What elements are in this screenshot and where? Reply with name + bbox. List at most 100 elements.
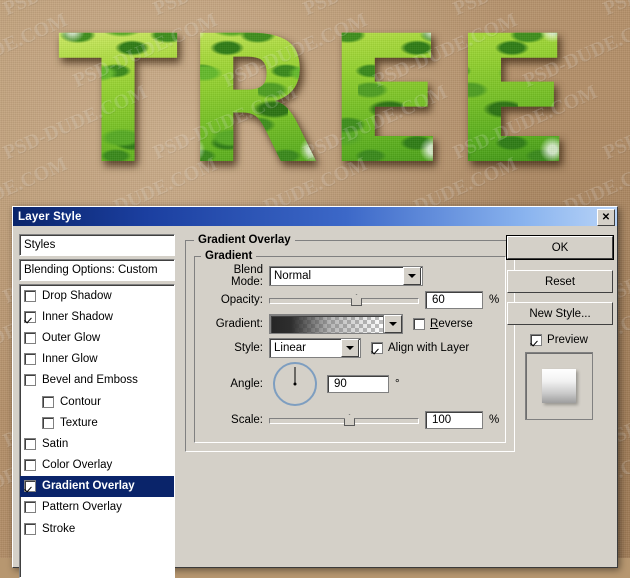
sidebar-item-pattern-overlay[interactable]: Pattern Overlay <box>20 497 174 518</box>
sidebar-item-contour[interactable]: Contour <box>20 391 174 412</box>
sidebar-item-texture[interactable]: Texture <box>20 412 174 433</box>
close-icon[interactable]: ✕ <box>597 209 615 226</box>
opacity-unit: % <box>489 294 500 306</box>
sidebar-item-styles[interactable]: Styles <box>20 235 174 255</box>
tree-word: TREE <box>58 8 588 198</box>
watermark-text: PSD-DUDE.COM <box>0 81 1 165</box>
style-value: Linear <box>274 342 306 354</box>
dialog-body: Styles Blending Options: Custom Drop Sha… <box>13 226 617 578</box>
blend-mode-value: Normal <box>274 270 312 282</box>
sidebar-item-inner-shadow[interactable]: Inner Shadow <box>20 306 174 327</box>
effect-label: Drop Shadow <box>42 289 112 302</box>
scale-slider[interactable] <box>269 412 419 428</box>
opacity-slider-thumb[interactable] <box>351 294 362 306</box>
sidebar-item-outer-glow[interactable]: Outer Glow <box>20 327 174 348</box>
angle-dial-needle <box>294 367 296 384</box>
new-style-button[interactable]: New Style... <box>507 302 613 325</box>
scale-row: Scale: 100 % <box>201 408 499 432</box>
sidebar-item-stroke[interactable]: Stroke <box>20 518 174 539</box>
blend-mode-label: Blend Mode: <box>231 264 263 288</box>
styles-label: Styles <box>24 239 56 251</box>
chevron-down-icon[interactable] <box>341 339 359 357</box>
effect-label: Inner Glow <box>42 353 98 366</box>
effect-checkbox[interactable] <box>24 437 36 450</box>
effect-label: Satin <box>42 437 69 450</box>
opacity-slider-track <box>269 298 419 304</box>
watermark-text: PSD-DUDE.COM <box>600 0 630 21</box>
gradient-group: Gradient Blend Mode: Normal Opacity: 60 … <box>194 250 507 443</box>
gradient-label: Gradient: <box>215 318 263 330</box>
sidebar-item-satin[interactable]: Satin <box>20 433 174 454</box>
styles-header-box: Styles <box>19 234 175 256</box>
chevron-down-icon[interactable] <box>384 315 402 333</box>
watermark-text: PSD-DUDE.COM <box>600 80 630 165</box>
effect-checkbox[interactable] <box>24 480 36 493</box>
angle-input[interactable]: 90 <box>327 375 389 393</box>
sidebar-item-drop-shadow[interactable]: Drop Shadow <box>20 285 174 306</box>
styles-column: Styles Blending Options: Custom Drop Sha… <box>19 234 175 578</box>
align-with-layer-label: Align with Layer <box>388 342 470 354</box>
settings-pane: Gradient Overlay Gradient Blend Mode: No… <box>181 234 516 578</box>
chevron-down-icon[interactable] <box>403 267 421 285</box>
sidebar-item-color-overlay[interactable]: Color Overlay <box>20 455 174 476</box>
effect-checkbox[interactable] <box>24 310 36 323</box>
effects-list[interactable]: Drop Shadow Inner Shadow Outer Glow Inner G… <box>19 284 175 578</box>
effect-checkbox[interactable] <box>24 501 36 514</box>
section-title: Gradient Overlay <box>198 234 291 246</box>
opacity-label: Opacity: <box>220 294 263 306</box>
dialog-title: Layer Style <box>18 210 82 223</box>
ok-button[interactable]: OK <box>507 236 613 259</box>
style-label: Style: <box>234 342 263 354</box>
angle-dial-hub <box>293 382 297 386</box>
effect-label: Outer Glow <box>42 331 101 344</box>
style-select[interactable]: Linear <box>269 338 361 358</box>
effect-checkbox[interactable] <box>24 522 36 535</box>
preview-checkbox[interactable]: Preview <box>507 334 611 346</box>
effect-checkbox[interactable] <box>24 374 36 387</box>
sidebar-item-bevel-and-emboss[interactable]: Bevel and Emboss <box>20 370 174 391</box>
reset-button[interactable]: Reset <box>507 270 613 293</box>
dialog-titlebar[interactable]: Layer Style ✕ <box>13 207 617 226</box>
gradient-swatch[interactable] <box>270 314 384 334</box>
scale-label: Scale: <box>231 414 263 426</box>
opacity-row: Opacity: 60 % <box>201 288 499 312</box>
effect-checkbox[interactable] <box>24 459 36 472</box>
effect-label: Stroke <box>42 522 76 535</box>
preview-thumbnail <box>525 352 593 420</box>
effect-checkbox[interactable] <box>42 416 54 429</box>
scale-input[interactable]: 100 <box>425 411 483 429</box>
preview-thumbnail-shape <box>542 369 576 403</box>
gradient-row: Gradient: Reverse <box>201 312 499 336</box>
opacity-input[interactable]: 60 <box>425 291 483 309</box>
reverse-checkbox-box[interactable] <box>413 318 425 330</box>
scale-slider-thumb[interactable] <box>344 414 355 426</box>
sidebar-item-inner-glow[interactable]: Inner Glow <box>20 349 174 370</box>
reverse-checkbox[interactable]: Reverse <box>413 318 473 330</box>
effect-label: Pattern Overlay <box>42 501 122 514</box>
preview-label: Preview <box>547 334 588 346</box>
sidebar-item-blending-options[interactable]: Blending Options: Custom <box>20 260 174 280</box>
preview-checkbox-box[interactable] <box>530 334 543 346</box>
layer-style-dialog: Layer Style ✕ Styles Blending Options: C… <box>12 206 618 578</box>
gradient-picker[interactable] <box>269 314 403 334</box>
effect-label: Inner Shadow <box>42 310 113 323</box>
align-with-layer-checkbox-box[interactable] <box>371 342 383 354</box>
opacity-slider[interactable] <box>269 292 419 308</box>
effect-checkbox[interactable] <box>42 395 54 408</box>
effect-label: Contour <box>60 395 101 408</box>
angle-dial[interactable] <box>273 362 317 406</box>
gradient-overlay-section: Gradient Overlay Gradient Blend Mode: No… <box>185 234 516 452</box>
scale-unit: % <box>489 414 500 426</box>
angle-row: Angle: 90 ° <box>201 360 499 408</box>
blend-mode-select[interactable]: Normal <box>269 266 423 286</box>
angle-label: Angle: <box>230 378 263 390</box>
effect-checkbox[interactable] <box>24 353 36 366</box>
effect-checkbox[interactable] <box>24 331 36 344</box>
blending-options-box: Blending Options: Custom <box>19 259 175 281</box>
effect-label: Gradient Overlay <box>42 480 135 493</box>
effect-checkbox[interactable] <box>24 289 36 302</box>
watermark-text: PSD-DUDE.COM <box>0 0 1 21</box>
align-with-layer-checkbox[interactable]: Align with Layer <box>371 342 469 354</box>
watermark-text: PSD-DUDE.COM <box>0 513 1 558</box>
sidebar-item-gradient-overlay[interactable]: Gradient Overlay <box>20 475 174 497</box>
